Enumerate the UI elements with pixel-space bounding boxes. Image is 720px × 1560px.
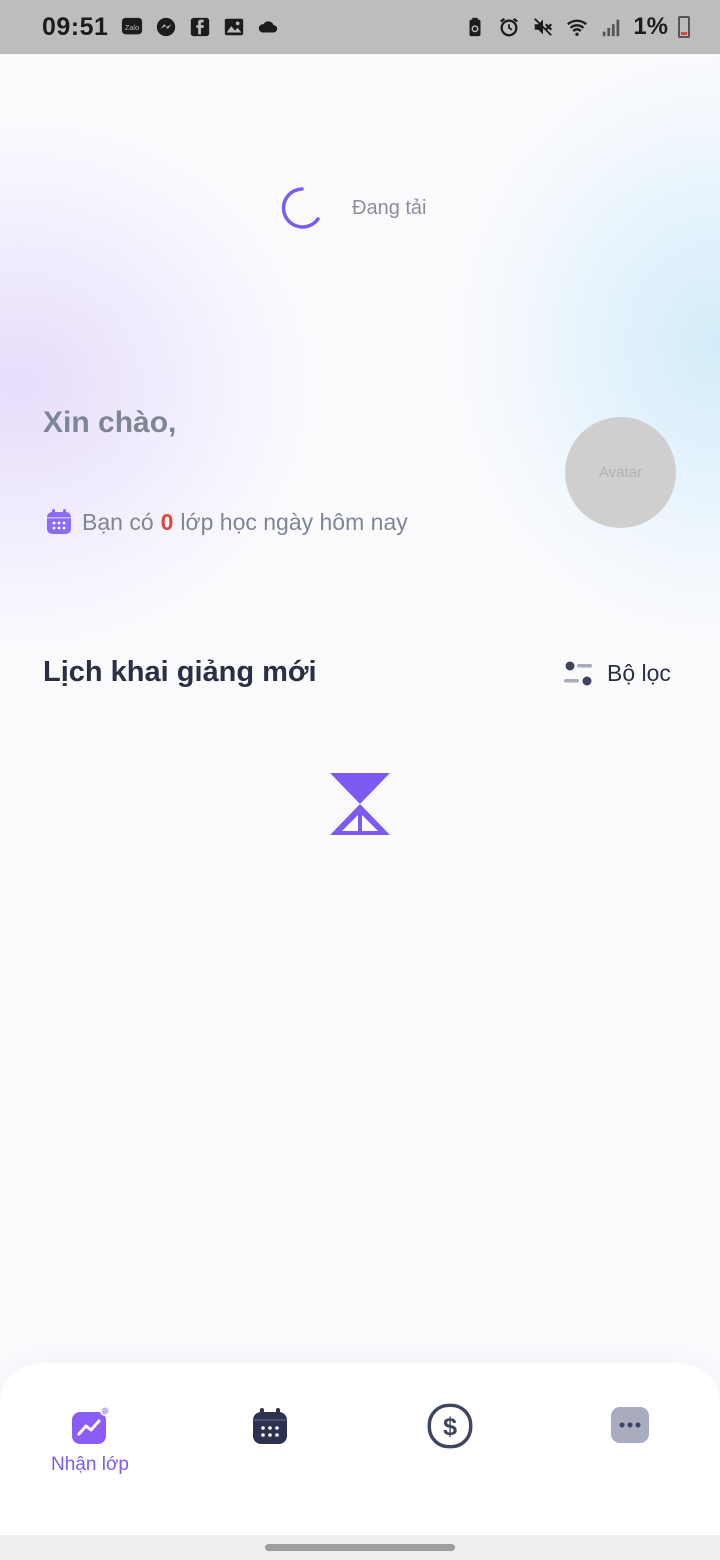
mute-icon (531, 15, 555, 39)
svg-text:$: $ (443, 1413, 457, 1441)
svg-text:Zalo: Zalo (125, 23, 139, 32)
calendar-icon (253, 1408, 287, 1444)
battery-percent: 1% (633, 13, 668, 40)
calendar-icon (47, 509, 71, 534)
status-bar: 09:51 Zalo 1% (0, 0, 720, 54)
gallery-icon (222, 15, 246, 39)
bottom-navigation: Nhận lớp $ (0, 1363, 720, 1535)
battery-saver-icon (463, 15, 487, 39)
zalo-icon: Zalo (120, 15, 144, 39)
hourglass-icon (330, 773, 390, 835)
section-title: Lịch khai giảng mới (43, 656, 317, 688)
avatar[interactable]: Avatar (565, 417, 676, 528)
system-icons: 1% (463, 13, 690, 41)
battery-icon (678, 16, 690, 38)
messenger-icon (154, 15, 178, 39)
filter-icon (564, 661, 592, 685)
wifi-icon (565, 15, 589, 39)
signal-icon (599, 15, 623, 39)
loading-indicator: Đang tải (278, 186, 427, 230)
nav-item-payment[interactable]: $ (360, 1363, 540, 1503)
loading-text: Đang tải (352, 196, 427, 219)
filter-button[interactable]: Bộ lọc (563, 660, 671, 687)
today-classes-summary: Bạn có 0 lớp học ngày hôm nay (46, 508, 408, 536)
facebook-icon (188, 15, 212, 39)
chart-icon (72, 1406, 110, 1444)
nav-label-nhan-lop: Nhận lớp (51, 1454, 129, 1475)
home-indicator[interactable] (265, 1544, 455, 1551)
dollar-icon: $ (427, 1403, 473, 1449)
background-gradient (0, 54, 720, 1364)
summary-suffix: lớp học ngày hôm nay (180, 508, 408, 535)
class-count: 0 (160, 508, 174, 535)
notification-icons: Zalo (120, 15, 280, 39)
nav-item-nhan-lop[interactable]: Nhận lớp (0, 1363, 180, 1503)
avatar-placeholder-text: Avatar (598, 464, 643, 481)
nav-item-more[interactable] (540, 1363, 720, 1503)
nav-item-calendar[interactable] (180, 1363, 360, 1503)
spinner-icon (281, 187, 320, 229)
filter-label: Bộ lọc (607, 660, 671, 686)
status-time: 09:51 (42, 12, 109, 41)
summary-prefix: Bạn có (82, 508, 154, 535)
more-icon (611, 1407, 649, 1443)
greeting-title: Xin chào, (43, 406, 177, 439)
cloud-icon (256, 15, 280, 39)
alarm-icon (497, 15, 521, 39)
